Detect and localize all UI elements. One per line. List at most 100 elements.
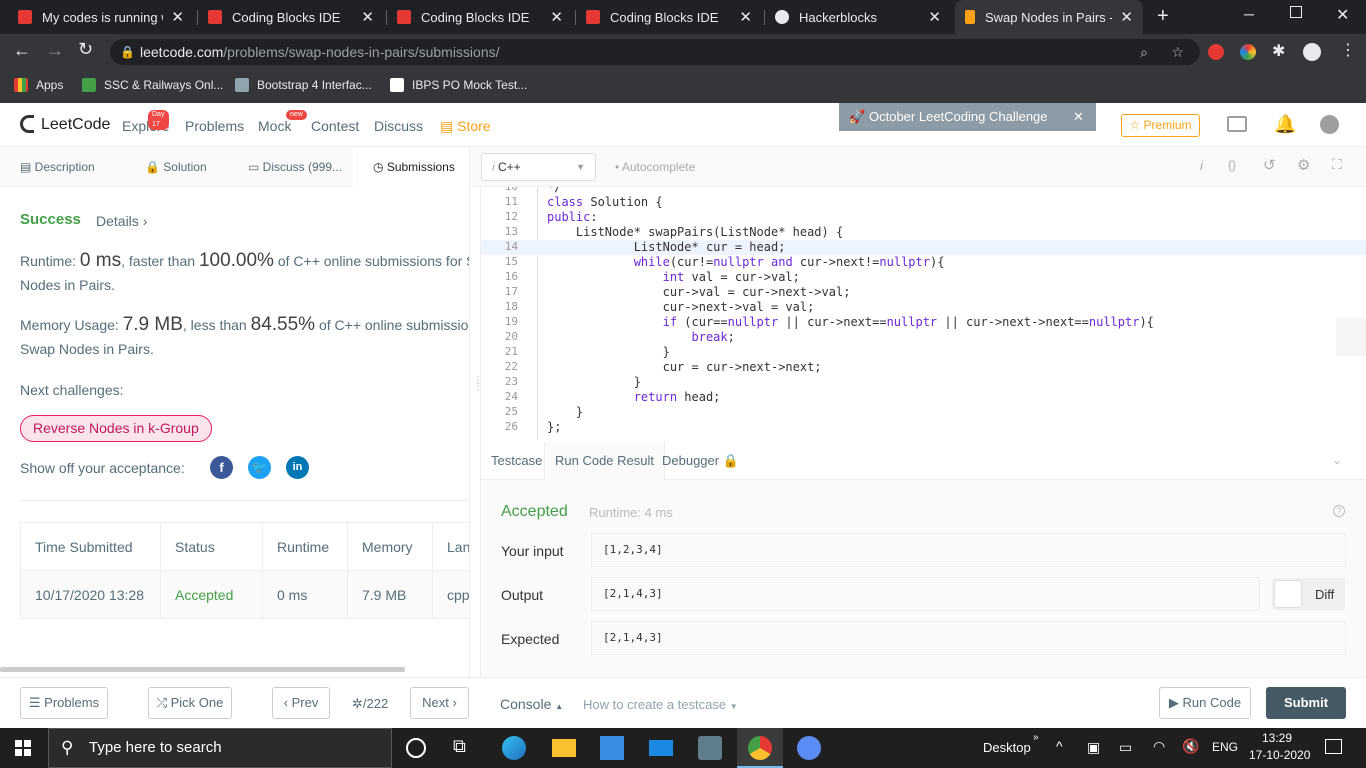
edge-icon[interactable] xyxy=(502,736,526,760)
code-line[interactable]: 23 } xyxy=(481,375,1366,390)
twitter-icon[interactable]: 🐦 xyxy=(248,456,271,479)
playground-icon[interactable] xyxy=(1227,116,1247,132)
browser-tab[interactable]: Coding Blocks IDE ✕ xyxy=(387,0,573,34)
close-tab-icon[interactable]: ✕ xyxy=(361,8,374,26)
tab-run-code-result[interactable]: Run Code Result xyxy=(544,442,665,480)
console-toggle[interactable]: Console ▲ xyxy=(500,696,563,712)
mail-icon[interactable] xyxy=(649,740,673,756)
bookmark-ibps[interactable]: IBPS PO Mock Test... xyxy=(390,78,527,92)
puzzle-extensions-icon[interactable]: ✱ xyxy=(1272,41,1285,61)
bookmark-star-icon[interactable]: ☆ xyxy=(1171,39,1184,65)
fullscreen-icon[interactable]: ⛶ xyxy=(1332,156,1342,173)
leetcode-logo-text[interactable]: LeetCode xyxy=(41,116,110,134)
taskbar-search-input[interactable]: ⚲ Type here to search xyxy=(48,728,392,768)
browser-tab[interactable]: Hackerblocks ✕ xyxy=(765,0,951,34)
wifi-icon[interactable]: ◠ xyxy=(1153,738,1165,755)
facebook-icon[interactable]: f xyxy=(210,456,233,479)
notification-bell-icon[interactable]: 🔔 xyxy=(1274,114,1296,135)
file-explorer-icon[interactable] xyxy=(552,739,576,757)
app-icon[interactable] xyxy=(698,736,722,760)
reset-icon[interactable]: ↺ xyxy=(1263,156,1276,174)
forward-arrow-icon[interactable]: → xyxy=(46,40,64,61)
volume-muted-icon[interactable]: 🔇 xyxy=(1182,738,1199,755)
language-indicator[interactable]: ENG xyxy=(1212,740,1238,754)
nav-mock[interactable]: Mock new xyxy=(258,110,307,134)
tab-submissions[interactable]: ◷ Submissions xyxy=(353,147,469,187)
color-extension-icon[interactable] xyxy=(1240,44,1256,60)
premium-button[interactable]: ☆ Premium xyxy=(1121,114,1200,137)
challenge-tag[interactable]: Reverse Nodes in k-Group xyxy=(20,415,212,442)
tab-testcase[interactable]: Testcase xyxy=(481,442,552,480)
cortana-icon[interactable] xyxy=(406,738,426,758)
how-to-testcase-link[interactable]: How to create a testcase ▼ xyxy=(583,697,738,712)
nav-discuss[interactable]: Discuss xyxy=(374,118,423,134)
reload-icon[interactable]: ↻ xyxy=(78,39,93,60)
cell-status-link[interactable]: Accepted xyxy=(160,570,263,619)
code-line[interactable]: 12 public: xyxy=(481,210,1366,225)
zoom-icon[interactable]: ⌕ xyxy=(1140,39,1148,65)
browser-tab-active[interactable]: Swap Nodes in Pairs - L ✕ xyxy=(955,0,1143,34)
clock-time[interactable]: 13:29 xyxy=(1262,731,1292,745)
menu-kebab-icon[interactable]: ⋮ xyxy=(1340,40,1356,60)
tab-discuss[interactable]: ▭ Discuss (999... xyxy=(228,147,353,187)
bookmark-bootstrap[interactable]: Bootstrap 4 Interfac... xyxy=(235,78,372,92)
code-editor[interactable]: 10*/11class Solution {12public:13 ListNo… xyxy=(481,187,1366,440)
extension-icon[interactable] xyxy=(1208,44,1224,60)
clock-date[interactable]: 17-10-2020 xyxy=(1249,748,1310,762)
browser-tab[interactable]: My codes is running we ✕ xyxy=(8,0,194,34)
code-line[interactable]: 10 */ xyxy=(481,187,1366,195)
chrome-taskbar-active[interactable] xyxy=(737,728,783,768)
close-tab-icon[interactable]: ✕ xyxy=(739,8,752,26)
maximize-window-icon[interactable] xyxy=(1290,6,1302,18)
code-line[interactable]: 13 ListNode* swapPairs(ListNode* head) { xyxy=(481,225,1366,240)
code-line[interactable]: 25 } xyxy=(481,405,1366,420)
windows-start-icon[interactable] xyxy=(15,740,31,756)
code-line[interactable]: 26}; xyxy=(481,420,1366,435)
code-line[interactable]: 19 if (cur==nullptr || cur->next==nullpt… xyxy=(481,315,1366,330)
minimize-window-icon[interactable]: ─ xyxy=(1244,6,1254,22)
code-line[interactable]: 11 class Solution { xyxy=(481,195,1366,210)
tab-debugger[interactable]: Debugger 🔒 xyxy=(652,442,749,480)
toolbar-expand-icon[interactable]: » xyxy=(1033,732,1039,743)
new-tab-icon[interactable]: + xyxy=(1157,5,1169,28)
close-tab-icon[interactable]: ✕ xyxy=(1120,8,1133,26)
nav-problems[interactable]: Problems xyxy=(185,118,244,134)
pick-one-button[interactable]: ⤮ Pick One xyxy=(148,687,232,719)
desktop-toolbar[interactable]: Desktop xyxy=(983,740,1031,755)
tab-solution[interactable]: 🔒 Solution xyxy=(125,147,225,187)
bookmark-apps[interactable]: Apps xyxy=(14,78,63,92)
details-link[interactable]: Details › xyxy=(96,213,147,229)
prev-button[interactable]: ‹ Prev xyxy=(272,687,330,719)
tray-up-arrow-icon[interactable]: ^ xyxy=(1056,738,1063,754)
code-line[interactable]: 24 return head; xyxy=(481,390,1366,405)
table-row[interactable]: 10/17/2020 13:28 Accepted 0 ms 7.9 MB cp… xyxy=(20,570,479,619)
code-line[interactable]: 18 cur->next->val = val; xyxy=(481,300,1366,315)
linkedin-icon[interactable]: in xyxy=(286,456,309,479)
close-banner-icon[interactable]: ✕ xyxy=(1073,103,1084,131)
october-challenge-banner[interactable]: 🚀 October LeetCoding Challenge ✕ xyxy=(839,103,1096,131)
nav-contest[interactable]: Contest xyxy=(311,118,359,134)
close-tab-icon[interactable]: ✕ xyxy=(928,8,941,26)
close-window-icon[interactable]: ✕ xyxy=(1336,5,1349,25)
tray-device-icon[interactable]: ▣ xyxy=(1087,739,1100,756)
diff-toggle[interactable]: Diff xyxy=(1272,578,1345,610)
task-view-icon[interactable]: ⧉ xyxy=(453,736,477,760)
help-icon[interactable]: ? xyxy=(1333,505,1345,517)
nav-explore[interactable]: Explore Day 17 xyxy=(122,110,170,134)
url-input[interactable]: 🔒 leetcode.com/problems/swap-nodes-in-pa… xyxy=(110,39,1200,65)
horizontal-scrollbar[interactable] xyxy=(0,667,405,672)
problems-button[interactable]: ☰ Problems xyxy=(20,687,108,719)
panel-splitter[interactable] xyxy=(469,147,481,677)
profile-avatar-icon[interactable] xyxy=(1303,43,1321,61)
info-icon[interactable]: i xyxy=(1200,158,1203,173)
settings-gear-icon[interactable]: ⚙ xyxy=(1297,156,1310,174)
browser-tab[interactable]: Coding Blocks IDE ✕ xyxy=(198,0,384,34)
next-button[interactable]: Next › xyxy=(410,687,469,719)
code-line[interactable]: 14 ListNode* cur = head; xyxy=(481,240,1366,255)
battery-icon[interactable]: ▭ xyxy=(1119,739,1132,756)
code-line[interactable]: 15 while(cur!=nullptr and cur->next!=nul… xyxy=(481,255,1366,270)
bookmark-ssc[interactable]: SSC & Railways Onl... xyxy=(82,78,223,92)
back-arrow-icon[interactable]: ← xyxy=(13,40,31,61)
run-code-button[interactable]: ▶ Run Code xyxy=(1159,687,1251,719)
language-select[interactable]: i C++ ▼ xyxy=(481,153,596,181)
